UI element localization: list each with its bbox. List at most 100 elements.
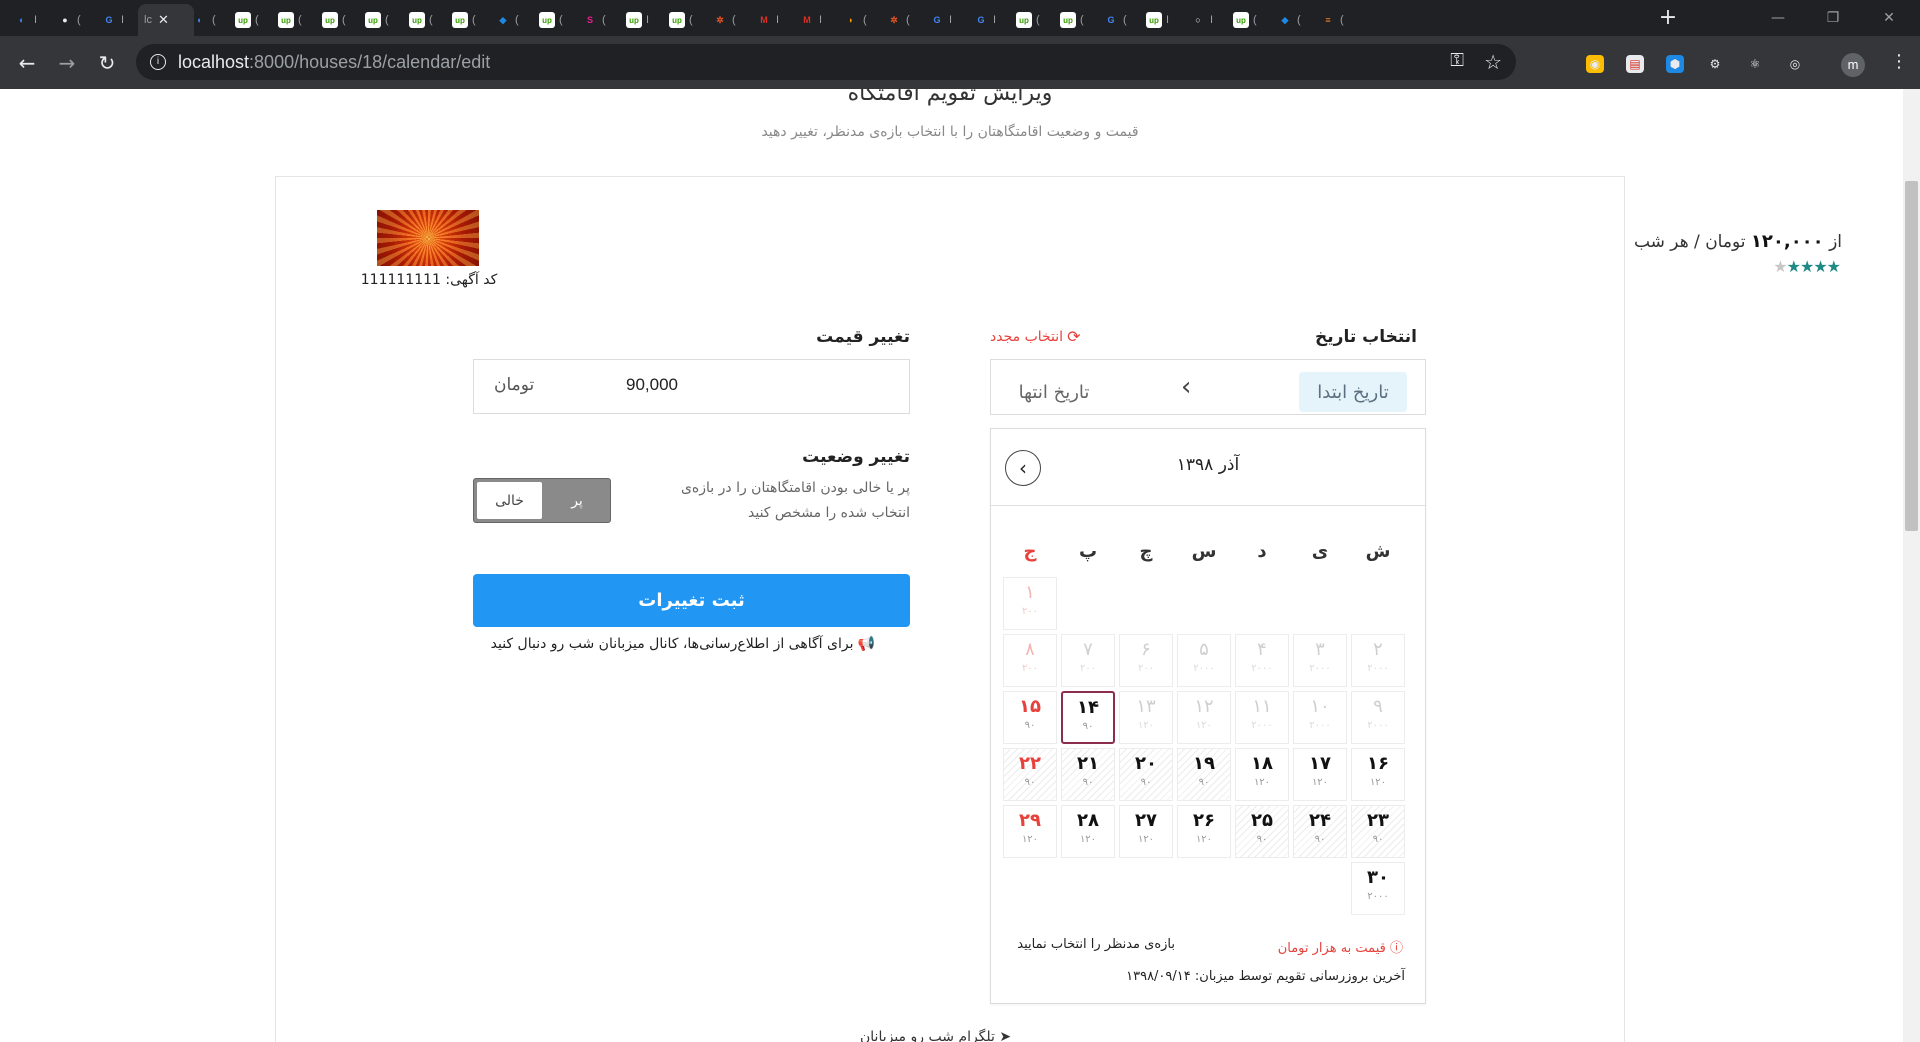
- calendar-day[interactable]: ۲۳ ۹۰: [1351, 805, 1405, 858]
- calendar-day: ۱۱ ۲۰۰۰: [1235, 691, 1289, 744]
- day-number: ۲۷: [1135, 810, 1157, 831]
- upwork-icon: up: [669, 12, 685, 28]
- site-info-icon[interactable]: i: [150, 54, 166, 70]
- page-title: ویرایش تقویم اقامتگاه: [847, 89, 1053, 106]
- end-date-field[interactable]: تاریخ انتها: [1009, 374, 1099, 410]
- calendar-day[interactable]: ۱۷ ۱۲۰: [1293, 748, 1347, 801]
- calendar-day[interactable]: ۲۴ ۹۰: [1293, 805, 1347, 858]
- listing-price: از ۱۲۰,۰۰۰ تومان / هر شب: [1634, 231, 1842, 252]
- new-tab-button[interactable]: +: [1655, 6, 1681, 32]
- chevron-left-icon: ‹: [1181, 372, 1192, 402]
- occupancy-toggle[interactable]: خالی پر: [473, 478, 611, 523]
- tab-title: (: [1123, 14, 1127, 26]
- day-price: ۲۰۰۰: [1367, 891, 1389, 902]
- telegram-link[interactable]: ➤ تلگرام شب رو میزبانان: [860, 1029, 1011, 1042]
- scrollbar-thumb[interactable]: [1905, 181, 1918, 531]
- minimize-window-button[interactable]: —: [1755, 0, 1801, 36]
- day-price: ۱۲۰: [1137, 834, 1155, 845]
- calendar-day[interactable]: ۲۸ ۱۲۰: [1061, 805, 1115, 858]
- day-price: ۲۰۰۰: [1193, 663, 1215, 674]
- calendar-day: ۴ ۲۰۰۰: [1235, 634, 1289, 687]
- page-scrollbar[interactable]: [1903, 89, 1920, 1042]
- calendar-day: ۷ ۲۰۰: [1061, 634, 1115, 687]
- price-input[interactable]: 90,000 تومان: [473, 359, 910, 414]
- tab-title: (: [385, 14, 389, 26]
- upwork-icon: up: [235, 12, 251, 28]
- day-price: ۲۰۰: [1021, 663, 1039, 674]
- day-number: ۲۸: [1077, 810, 1099, 831]
- calendar-day[interactable]: ۲۰ ۹۰: [1119, 748, 1173, 801]
- calendar-day[interactable]: ۲۲ ۹۰: [1003, 748, 1057, 801]
- forward-arrow-icon[interactable]: →: [54, 50, 80, 76]
- notes-extension-icon[interactable]: ▤: [1626, 55, 1644, 73]
- reload-icon[interactable]: ↻: [94, 50, 120, 76]
- calendar-legend: ⓘ قیمت به هزار تومان بازه‌ی مدنظر را انت…: [991, 937, 1425, 957]
- price-input-value: 90,000: [626, 375, 678, 394]
- tab-title: (: [342, 14, 346, 26]
- ubuntu-icon: ✲: [716, 14, 724, 25]
- browser-menu-icon[interactable]: ⋮: [1890, 50, 1908, 76]
- calendar-day[interactable]: ۲۱ ۹۰: [1061, 748, 1115, 801]
- toggle-option-empty[interactable]: خالی: [477, 482, 542, 519]
- upwork-icon: up: [322, 12, 338, 28]
- chrome-icon: ◐: [19, 15, 25, 25]
- tab-title: (: [689, 14, 693, 26]
- calendar-day[interactable]: ۱۵ ۹۰: [1003, 691, 1057, 744]
- calendar-day[interactable]: ۱۸ ۱۲۰: [1235, 748, 1289, 801]
- back-arrow-icon[interactable]: ←: [14, 50, 40, 76]
- price-value: ۱۲۰,۰۰۰: [1750, 231, 1824, 252]
- calendar-day[interactable]: ۱۶ ۱۲۰: [1351, 748, 1405, 801]
- browser-tab-strip: + — ❐ ✕ ◐ I ●(G Ilc ✕ ◐(up(up(up(up(up(up(◆(u…: [0, 0, 1920, 36]
- day-price: ۱۲۰: [1369, 777, 1387, 788]
- rating-stars: ★★★★★: [1773, 257, 1841, 276]
- date-section-label: انتخاب تاریخ: [1315, 327, 1417, 347]
- upwork-icon: up: [1016, 12, 1032, 28]
- price-prefix: از: [1829, 232, 1842, 252]
- browser-tab-30[interactable]: ≡(: [1314, 4, 1366, 36]
- day-price: ۲۰۰۰: [1251, 720, 1273, 731]
- weekday-header: ی: [1311, 541, 1329, 562]
- calendar-day[interactable]: ۳۰ ۲۰۰۰: [1351, 862, 1405, 915]
- target-extension-icon[interactable]: ◎: [1786, 55, 1804, 73]
- calendar-day: ۸ ۲۰۰: [1003, 634, 1057, 687]
- restore-window-button[interactable]: ❐: [1810, 0, 1856, 36]
- info-icon: ⓘ: [1385, 941, 1403, 956]
- last-update-label: آخرین بروزرسانی تقویم توسط میزبان:: [1194, 969, 1405, 984]
- calendar-day[interactable]: ۲۵ ۹۰: [1235, 805, 1289, 858]
- submit-changes-button[interactable]: ثبت تغییرات: [473, 574, 910, 627]
- listing-thumbnail[interactable]: [377, 210, 479, 266]
- day-price: ۱۲۰: [1195, 834, 1213, 845]
- settings-extension-icon[interactable]: ⚙: [1706, 55, 1724, 73]
- start-date-field[interactable]: تاریخ ابتدا: [1299, 372, 1407, 412]
- day-price: ۱۲۰: [1079, 834, 1097, 845]
- calendar-day[interactable]: ۱۹ ۹۰: [1177, 748, 1231, 801]
- github-icon: ●: [62, 15, 68, 25]
- day-price: ۹۰: [1082, 721, 1094, 732]
- tab-title: (: [1080, 14, 1084, 26]
- profile-avatar[interactable]: m: [1841, 53, 1865, 77]
- reselect-button[interactable]: ⟳ انتخاب مجدد: [990, 327, 1080, 346]
- react-devtools-icon[interactable]: ⚛: [1746, 55, 1764, 73]
- calendar-day[interactable]: ۲۶ ۱۲۰: [1177, 805, 1231, 858]
- calendar-day[interactable]: ۱۴ ۹۰: [1061, 691, 1115, 744]
- url-text[interactable]: localhost:8000/houses/18/calendar/edit: [178, 52, 490, 73]
- next-month-chevron-icon[interactable]: ‹: [1005, 450, 1041, 486]
- calendar-day[interactable]: ۲۹ ۱۲۰: [1003, 805, 1057, 858]
- day-number: ۸: [1025, 639, 1035, 660]
- bookmark-star-icon[interactable]: ☆: [1484, 50, 1502, 74]
- calendar-day[interactable]: ۲۷ ۱۲۰: [1119, 805, 1173, 858]
- price-input-unit: تومان: [494, 375, 535, 395]
- day-price: ۹۰: [1256, 834, 1268, 845]
- vpn-extension-icon[interactable]: ⬢: [1666, 55, 1684, 73]
- toggle-option-full[interactable]: پر: [546, 482, 608, 519]
- page-subtitle: قیمت و وضعیت اقامتگاهتان را با انتخاب با…: [761, 124, 1139, 140]
- day-price: ۱۲۰: [1195, 720, 1213, 731]
- day-price: ۲۰۰: [1079, 663, 1097, 674]
- color-picker-extension-icon[interactable]: ◉: [1586, 55, 1604, 73]
- close-window-button[interactable]: ✕: [1866, 0, 1912, 36]
- close-tab-icon[interactable]: ✕: [158, 12, 169, 28]
- key-icon[interactable]: ⚿: [1450, 50, 1464, 71]
- star-icon: ★: [1773, 257, 1787, 276]
- address-bar[interactable]: i localhost:8000/houses/18/calendar/edit…: [136, 44, 1516, 80]
- last-update-date: ۱۳۹۸/۰۹/۱۴: [1126, 969, 1191, 984]
